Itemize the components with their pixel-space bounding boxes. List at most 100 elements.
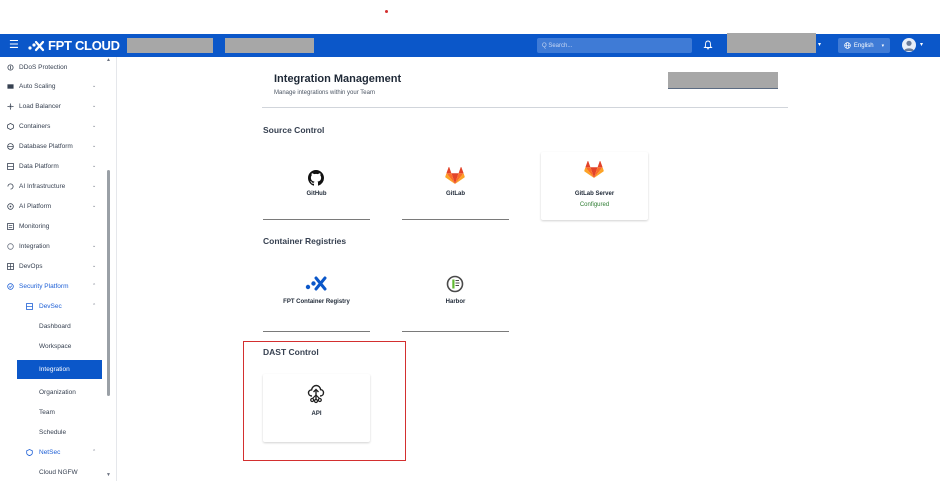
sidebar-item-load-balancer[interactable]: Load Balancer ⌄	[0, 96, 110, 116]
sidebar-item-team[interactable]: Team	[0, 402, 110, 422]
sidebar-item-database-platform[interactable]: Database Platform ⌄	[0, 136, 110, 156]
scroll-up-icon[interactable]: ▲	[106, 57, 111, 63]
sidebar-item-label: Organization	[39, 388, 76, 396]
search-input[interactable]: Q Search...	[537, 38, 692, 53]
redacted-region[interactable]	[225, 38, 314, 53]
sidebar-item-label: AI Infrastructure	[19, 182, 66, 190]
sidebar-item-label: Cloud NGFW	[39, 468, 78, 476]
balancer-icon	[7, 102, 14, 110]
redacted-account[interactable]	[727, 33, 816, 53]
sidebar-item-label: DevSec	[39, 302, 62, 310]
chevron-up-icon: ⌃	[92, 449, 97, 455]
sidebar-item-monitoring[interactable]: Monitoring	[0, 216, 110, 236]
scroll-down-icon[interactable]: ▼	[106, 472, 111, 478]
section-title-source-control: Source Control	[263, 125, 325, 135]
chevron-up-icon: ⌃	[92, 283, 97, 289]
sidebar-item-organization[interactable]: Organization	[0, 382, 110, 402]
gitlab-icon	[443, 164, 467, 188]
sidebar-item-security-platform[interactable]: Security Platform ⌃	[0, 276, 110, 296]
ai-infra-icon	[7, 183, 14, 190]
chevron-down-icon: ⌄	[92, 83, 97, 89]
brand-name: FPT CLOUD	[48, 38, 120, 53]
sidebar-item-ai-infrastructure[interactable]: AI Infrastructure ⌄	[0, 176, 110, 196]
notification-bell-icon[interactable]	[703, 40, 713, 50]
sidebar: DDoS Protection Auto Scaling ⌄ Load Bala…	[0, 57, 117, 481]
database-icon	[7, 142, 14, 150]
user-dropdown-icon[interactable]: ▾	[920, 41, 923, 48]
sidebar-item-auto-scaling[interactable]: Auto Scaling ⌄	[0, 76, 110, 96]
chevron-down-icon: ⌄	[92, 163, 97, 169]
top-bar: ☰ FPT CLOUD Q Search... ▾ English ▾ ▾	[0, 33, 940, 57]
account-dropdown-icon[interactable]: ▾	[818, 41, 821, 48]
brand-logo[interactable]: FPT CLOUD	[28, 37, 120, 54]
redacted-team-selector[interactable]	[668, 72, 778, 88]
integration-card-github[interactable]: GitHub	[263, 152, 370, 220]
integration-card-harbor[interactable]: Harbor	[402, 264, 509, 332]
chevron-down-icon: ⌄	[92, 263, 97, 269]
sidebar-item-label: DevOps	[19, 262, 43, 270]
redacted-project[interactable]	[127, 38, 213, 53]
sidebar-item-cloud-ngfw[interactable]: Cloud NGFW	[0, 462, 110, 481]
integration-card-gitlab[interactable]: GitLab	[402, 152, 509, 220]
sidebar-scroll-thumb[interactable]	[107, 170, 110, 396]
user-avatar[interactable]	[902, 38, 916, 52]
chevron-down-icon: ⌄	[92, 103, 97, 109]
chevron-down-icon: ⌄	[92, 183, 97, 189]
card-name: GitLab Server	[574, 191, 615, 197]
shield-icon	[7, 63, 14, 71]
card-name: GitLab	[446, 191, 465, 197]
sidebar-item-label: Team	[39, 408, 55, 416]
integration-card-gitlab-server[interactable]: GitLab Server Configured	[541, 152, 648, 220]
sidebar-item-devsec[interactable]: DevSec ⌃	[0, 296, 110, 316]
scaling-icon	[7, 83, 14, 89]
status-configured: Configured	[579, 202, 610, 208]
sidebar-item-schedule[interactable]: Schedule	[0, 422, 110, 442]
gitlab-server-icon	[582, 158, 606, 182]
integration-card-fpt-container-registry[interactable]: FPT Container Registry	[263, 264, 370, 332]
sidebar-item-label: Auto Scaling	[19, 82, 56, 90]
sidebar-item-label: AI Platform	[19, 202, 52, 210]
sidebar-item-integration[interactable]: Integration ⌄	[0, 236, 110, 256]
sidebar-item-label: DDoS Protection	[19, 63, 68, 71]
sidebar-item-label: NetSec	[39, 448, 61, 456]
monitoring-icon	[7, 222, 14, 230]
security-icon	[7, 282, 14, 290]
sidebar-item-label: Integration	[39, 366, 70, 373]
sidebar-item-devops[interactable]: DevOps ⌄	[0, 256, 110, 276]
data-platform-icon	[7, 162, 14, 170]
ai-platform-icon	[7, 202, 14, 210]
user-icon	[904, 40, 914, 51]
sidebar-item-label: Security Platform	[19, 282, 69, 290]
menu-icon[interactable]: ☰	[9, 40, 19, 51]
fpt-registry-icon	[304, 272, 328, 296]
page-subtitle: Manage integrations within your Team	[274, 90, 375, 96]
search-placeholder: Q Search...	[542, 42, 573, 49]
sidebar-item-containers[interactable]: Containers ⌄	[0, 116, 110, 136]
github-icon	[304, 166, 328, 190]
card-name: GitHub	[306, 191, 327, 197]
language-selector[interactable]: English ▾	[838, 38, 890, 53]
chevron-up-icon: ⌃	[92, 303, 97, 309]
sidebar-item-netsec[interactable]: NetSec ⌃	[0, 442, 110, 462]
sidebar-item-ddos-protection[interactable]: DDoS Protection	[0, 57, 110, 77]
chevron-down-icon: ⌄	[92, 143, 97, 149]
sidebar-item-ai-platform[interactable]: AI Platform ⌄	[0, 196, 110, 216]
brand-mark-icon	[28, 40, 45, 51]
integration-card-api[interactable]: API	[263, 374, 370, 442]
card-underline	[402, 331, 509, 332]
devsec-icon	[26, 302, 33, 310]
sidebar-item-dashboard[interactable]: Dashboard	[0, 316, 110, 336]
sidebar-item-label: Dashboard	[39, 322, 71, 330]
sidebar-item-label: Containers	[19, 122, 51, 130]
chevron-down-icon: ⌄	[92, 243, 97, 249]
sidebar-item-label: Database Platform	[19, 142, 73, 150]
sidebar-item-data-platform[interactable]: Data Platform ⌄	[0, 156, 110, 176]
chevron-down-icon: ▾	[881, 42, 885, 49]
page-title: Integration Management	[274, 73, 402, 85]
globe-icon	[844, 42, 851, 49]
chevron-down-icon: ⌄	[92, 123, 97, 129]
sidebar-item-integration-active[interactable]: Integration	[19, 360, 102, 379]
card-name: API	[311, 411, 322, 417]
sidebar-item-workspace[interactable]: Workspace	[0, 336, 110, 356]
integration-icon	[7, 242, 14, 250]
